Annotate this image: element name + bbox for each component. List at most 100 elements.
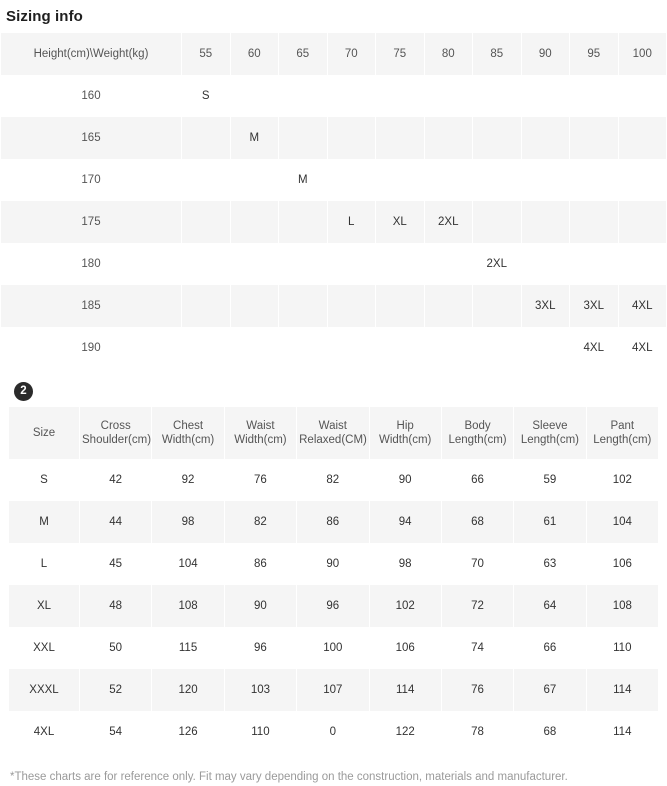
size-chart-cell	[473, 117, 521, 159]
size-chart-body: 160 S 165 M 170 M 175 L XL 2XL 180 2XL 185 3XL 3XL 4XL 1…	[1, 75, 666, 369]
size-chart-cell	[279, 117, 327, 159]
size-chart-cell	[570, 201, 618, 243]
size-chart-cell: 3XL	[521, 285, 569, 327]
size-chart-cell	[230, 285, 278, 327]
size-chart-cell: 2XL	[473, 243, 521, 285]
size-chart-weight-header: 85	[473, 33, 521, 75]
measurement-cell: 82	[224, 501, 297, 543]
size-chart-cell: L	[327, 201, 375, 243]
size-chart-height-label: 165	[1, 117, 181, 159]
size-chart-cell	[521, 117, 569, 159]
measurement-row: S 42 92 76 82 90 66 59 102	[9, 459, 658, 501]
size-chart-weight-header: 75	[376, 33, 424, 75]
size-chart-container: Height(cm)\Weight(kg) 55 60 65 70 75 80 85 90 95…	[0, 33, 667, 369]
size-chart-cell	[279, 285, 327, 327]
measurement-row: XXL 50 115 96 100 106 74 66 110	[9, 627, 658, 669]
measurement-chart-container: Size Cross Shoulder(cm) Chest Width(cm) Wai…	[0, 407, 667, 753]
measurement-cell: 50	[80, 627, 152, 669]
size-chart-cell	[327, 75, 375, 117]
measurement-header-row: Size Cross Shoulder(cm) Chest Width(cm) Wai…	[9, 407, 658, 459]
measurement-row: XL 48 108 90 96 102 72 64 108	[9, 585, 658, 627]
measurement-row: M 44 98 82 86 94 68 61 104	[9, 501, 658, 543]
size-chart-height-label: 170	[1, 159, 181, 201]
size-chart-cell	[618, 159, 666, 201]
size-chart-height-label: 190	[1, 327, 181, 369]
size-chart-cell	[473, 201, 521, 243]
measurement-cell: 0	[297, 711, 369, 753]
size-chart-cell	[376, 159, 424, 201]
measurement-cell: 108	[152, 585, 224, 627]
measurement-size-label: M	[9, 501, 79, 543]
size-chart-cell	[182, 243, 230, 285]
size-chart-cell	[424, 75, 472, 117]
measurement-chart-head: Size Cross Shoulder(cm) Chest Width(cm) Wai…	[9, 407, 658, 459]
measurement-cell: 98	[369, 543, 441, 585]
measurement-cell: 76	[224, 459, 297, 501]
sizing-disclaimer: *These charts are for reference only. Fi…	[10, 770, 568, 783]
step-badge-row: 2	[0, 369, 667, 407]
measurement-cell: 52	[80, 669, 152, 711]
measurement-cell: 120	[152, 669, 224, 711]
size-chart-cell	[230, 201, 278, 243]
size-chart-cell	[230, 159, 278, 201]
measurement-column-header: Hip Width(cm)	[369, 407, 441, 459]
measurement-cell: 70	[441, 543, 514, 585]
measurement-cell: 104	[152, 543, 224, 585]
measurement-cell: 114	[586, 711, 658, 753]
size-chart-row: 185 3XL 3XL 4XL	[1, 285, 666, 327]
size-chart-cell	[230, 327, 278, 369]
size-chart-cell	[376, 327, 424, 369]
measurement-cell: 114	[369, 669, 441, 711]
size-chart-cell	[376, 285, 424, 327]
measurement-cell: 72	[441, 585, 514, 627]
measurement-cell: 82	[297, 459, 369, 501]
size-chart-header-row: Height(cm)\Weight(kg) 55 60 65 70 75 80 85 90 95…	[1, 33, 666, 75]
measurement-size-label: XXXL	[9, 669, 79, 711]
measurement-cell: 86	[297, 501, 369, 543]
size-chart-weight-header: 60	[230, 33, 278, 75]
size-chart-head: Height(cm)\Weight(kg) 55 60 65 70 75 80 85 90 95…	[1, 33, 666, 75]
measurement-cell: 102	[586, 459, 658, 501]
size-chart-cell	[327, 243, 375, 285]
size-chart-cell: S	[182, 75, 230, 117]
measurement-cell: 54	[80, 711, 152, 753]
measurement-cell: 44	[80, 501, 152, 543]
measurement-column-header: Cross Shoulder(cm)	[80, 407, 152, 459]
size-chart-row: 175 L XL 2XL	[1, 201, 666, 243]
measurement-size-label: S	[9, 459, 79, 501]
measurement-cell: 100	[297, 627, 369, 669]
measurement-column-header: Size	[9, 407, 79, 459]
measurement-column-header: Body Length(cm)	[441, 407, 514, 459]
measurement-row: XXXL 52 120 103 107 114 76 67 114	[9, 669, 658, 711]
size-chart-cell	[618, 243, 666, 285]
size-chart-row: 170 M	[1, 159, 666, 201]
size-chart-cell: M	[279, 159, 327, 201]
size-chart-cell	[618, 201, 666, 243]
measurement-column-header: Pant Length(cm)	[586, 407, 658, 459]
measurement-cell: 96	[224, 627, 297, 669]
measurement-size-label: 4XL	[9, 711, 79, 753]
size-chart-cell	[424, 243, 472, 285]
measurement-cell: 90	[224, 585, 297, 627]
size-chart-cell	[473, 75, 521, 117]
size-chart-cell	[618, 75, 666, 117]
measurement-cell: 86	[224, 543, 297, 585]
size-chart-cell	[521, 159, 569, 201]
size-chart-cell	[182, 117, 230, 159]
size-chart-cell	[376, 75, 424, 117]
measurement-cell: 59	[514, 459, 586, 501]
measurement-cell: 115	[152, 627, 224, 669]
size-chart-corner-label: Height(cm)\Weight(kg)	[1, 33, 181, 75]
size-chart-cell	[473, 327, 521, 369]
size-chart-cell: XL	[376, 201, 424, 243]
page-title: Sizing info	[6, 8, 83, 25]
size-chart-height-label: 175	[1, 201, 181, 243]
size-chart-cell	[279, 327, 327, 369]
size-chart-cell	[570, 159, 618, 201]
size-chart-cell	[376, 243, 424, 285]
measurement-cell: 68	[441, 501, 514, 543]
measurement-cell: 42	[80, 459, 152, 501]
measurement-cell: 90	[369, 459, 441, 501]
size-chart-cell	[182, 327, 230, 369]
measurement-cell: 48	[80, 585, 152, 627]
